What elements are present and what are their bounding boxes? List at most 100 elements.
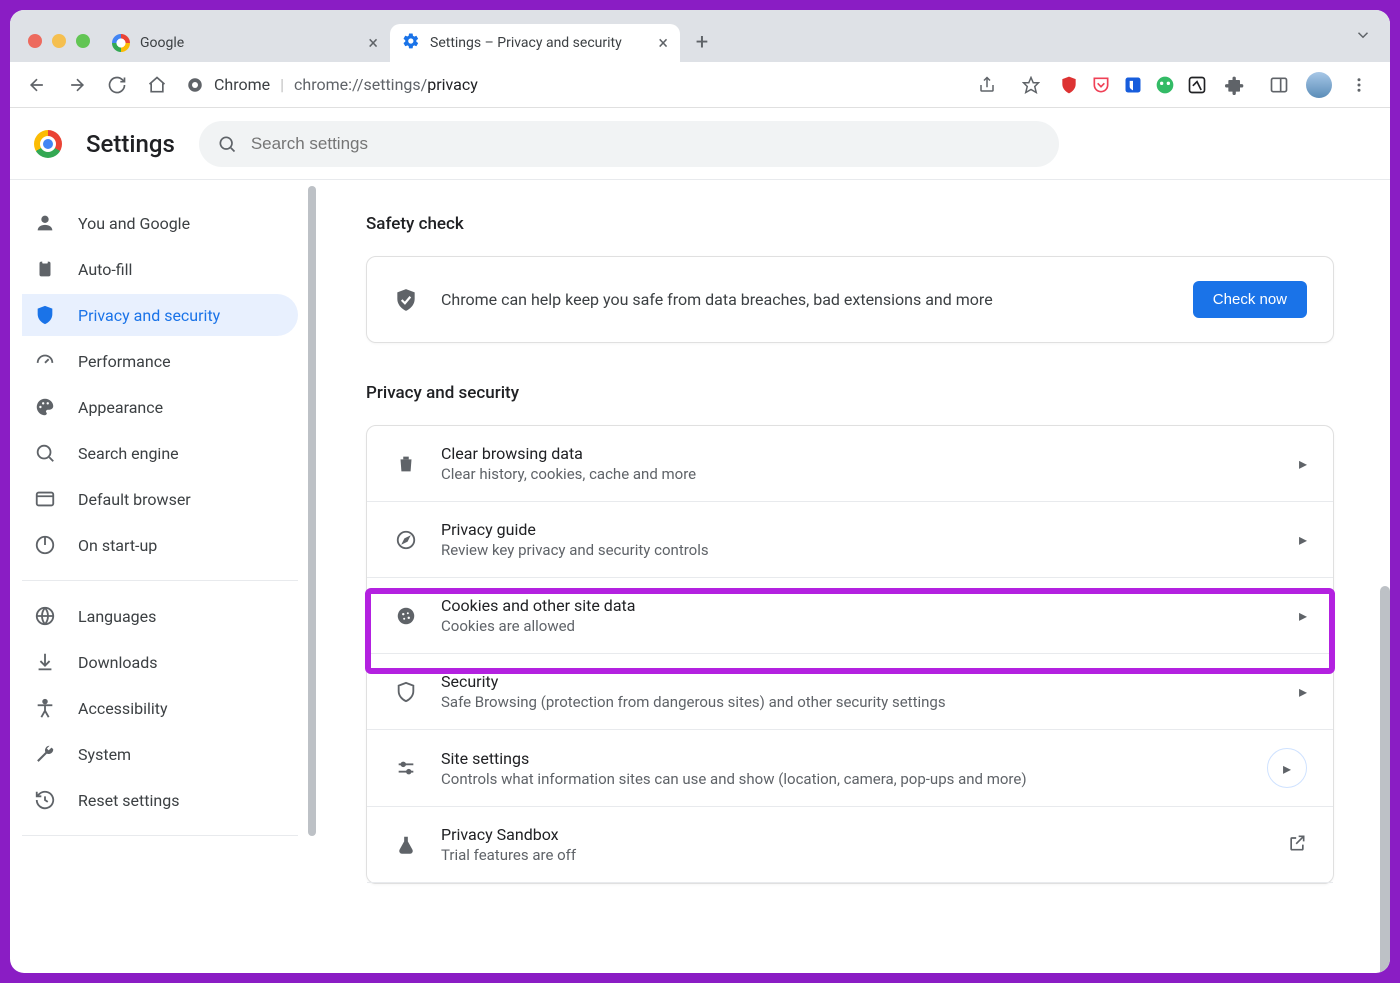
chrome-page-icon (186, 76, 204, 94)
row-title: Clear browsing data (441, 444, 1277, 463)
share-button[interactable] (970, 68, 1004, 102)
sidebar-item-you-and-google[interactable]: You and Google (22, 202, 298, 244)
forward-button[interactable] (60, 68, 94, 102)
flask-icon (393, 834, 419, 856)
chevron-right-icon: ▸ (1299, 454, 1307, 473)
maximize-window-button[interactable] (76, 34, 90, 48)
sidepanel-button[interactable] (1262, 68, 1296, 102)
settings-header: Settings (10, 108, 1390, 180)
url-text: chrome://settings/privacy (294, 75, 478, 94)
page-title: Settings (86, 130, 175, 158)
sidebar-label: Privacy and security (78, 306, 220, 325)
row-title: Privacy guide (441, 520, 1277, 539)
sidebar-label: Appearance (78, 398, 163, 417)
shield-icon (34, 304, 56, 326)
address-bar[interactable]: Chrome | chrome://settings/privacy (186, 75, 478, 94)
sidebar-divider (22, 835, 298, 836)
row-subtitle: Cookies are allowed (441, 617, 1277, 635)
sidebar-item-downloads[interactable]: Downloads (22, 641, 298, 683)
row-privacy-sandbox[interactable]: Privacy Sandbox Trial features are off (367, 807, 1333, 883)
safety-check-text: Chrome can help keep you safe from data … (441, 290, 1171, 309)
sidebar-label: Reset settings (78, 791, 179, 810)
search-icon (34, 442, 56, 464)
content-scrollbar[interactable] (1380, 586, 1390, 973)
sidebar-item-privacy-security[interactable]: Privacy and security (22, 294, 298, 336)
row-security[interactable]: Security Safe Browsing (protection from d… (367, 654, 1333, 730)
chevron-right-icon: ▸ (1267, 748, 1307, 788)
row-title: Cookies and other site data (441, 596, 1277, 615)
safety-check-card: Chrome can help keep you safe from data … (366, 256, 1334, 343)
sidebar-item-languages[interactable]: Languages (22, 595, 298, 637)
sidebar-item-appearance[interactable]: Appearance (22, 386, 298, 428)
back-button[interactable] (20, 68, 54, 102)
close-tab-button[interactable]: × (368, 33, 378, 54)
minimize-window-button[interactable] (52, 34, 66, 48)
wrench-icon (34, 743, 56, 765)
compass-icon (393, 529, 419, 551)
chrome-menu-button[interactable] (1342, 68, 1376, 102)
home-button[interactable] (140, 68, 174, 102)
close-window-button[interactable] (28, 34, 42, 48)
sidebar-label: Default browser (78, 490, 191, 509)
sidebar-item-on-startup[interactable]: On start-up (22, 524, 298, 566)
row-title: Privacy Sandbox (441, 825, 1265, 844)
ublock-ext-icon[interactable] (1058, 74, 1080, 96)
speedometer-icon (34, 350, 56, 372)
sidebar-item-reset[interactable]: Reset settings (22, 779, 298, 821)
row-cookies[interactable]: Cookies and other site data Cookies are a… (367, 578, 1333, 654)
bitwarden-ext-icon[interactable] (1122, 74, 1144, 96)
sidebar-label: Accessibility (78, 699, 168, 718)
bookmark-star-button[interactable] (1014, 68, 1048, 102)
tab-strip: Google × Settings – Privacy and security… (10, 10, 1390, 62)
row-subtitle: Trial features are off (441, 846, 1265, 864)
sidebar-label: You and Google (78, 214, 190, 233)
sidebar-label: Languages (78, 607, 156, 626)
sidebar-item-default-browser[interactable]: Default browser (22, 478, 298, 520)
trash-icon (393, 453, 419, 475)
sidebar-item-search-engine[interactable]: Search engine (22, 432, 298, 474)
sidebar-label: On start-up (78, 536, 157, 555)
window-icon (34, 488, 56, 510)
row-subtitle: Safe Browsing (protection from dangerous… (441, 693, 1277, 711)
row-subtitle: Review key privacy and security controls (441, 541, 1277, 559)
sidebar-item-accessibility[interactable]: Accessibility (22, 687, 298, 729)
new-tab-button[interactable]: + (686, 26, 718, 58)
sidebar-item-autofill[interactable]: Auto-fill (22, 248, 298, 290)
sidebar-item-performance[interactable]: Performance (22, 340, 298, 382)
ext-icon-4[interactable] (1154, 74, 1176, 96)
extensions-button[interactable] (1218, 68, 1252, 102)
chevron-right-icon: ▸ (1299, 682, 1307, 701)
settings-search[interactable] (199, 121, 1059, 167)
google-favicon-icon (112, 34, 130, 52)
row-site-settings[interactable]: Site settingsControls what information s… (367, 730, 1333, 807)
sidebar-item-system[interactable]: System (22, 733, 298, 775)
separator: | (280, 75, 284, 94)
close-tab-button[interactable]: × (658, 33, 668, 54)
tab-settings[interactable]: Settings – Privacy and security × (390, 24, 680, 62)
reload-button[interactable] (100, 68, 134, 102)
profile-avatar[interactable] (1306, 72, 1332, 98)
tab-label: Google (140, 35, 184, 51)
cookie-icon (393, 605, 419, 627)
history-icon (34, 789, 56, 811)
settings-search-input[interactable] (251, 134, 1041, 154)
clipboard-icon (34, 258, 56, 280)
section-title-safety: Safety check (366, 214, 1334, 234)
person-icon (34, 212, 56, 234)
accessibility-icon (34, 697, 56, 719)
window-controls (18, 34, 100, 62)
settings-sidebar: You and Google Auto-fill Privacy and sec… (10, 180, 310, 973)
section-title-privacy: Privacy and security (366, 383, 1334, 403)
pocket-ext-icon[interactable] (1090, 74, 1112, 96)
row-clear-browsing-data[interactable]: Clear browsing dataClear history, cookie… (367, 426, 1333, 502)
row-privacy-guide[interactable]: Privacy guide Review key privacy and secu… (367, 502, 1333, 578)
row-title: Security (441, 672, 1277, 691)
row-subtitle: Controls what information sites can use … (441, 770, 1245, 788)
check-now-button[interactable]: Check now (1193, 281, 1307, 318)
tab-google[interactable]: Google × (100, 24, 390, 62)
shield-icon (393, 681, 419, 703)
sliders-icon (393, 757, 419, 779)
sidebar-label: System (78, 745, 131, 764)
tab-overflow-button[interactable] (1354, 26, 1372, 48)
ext-icon-5[interactable] (1186, 74, 1208, 96)
